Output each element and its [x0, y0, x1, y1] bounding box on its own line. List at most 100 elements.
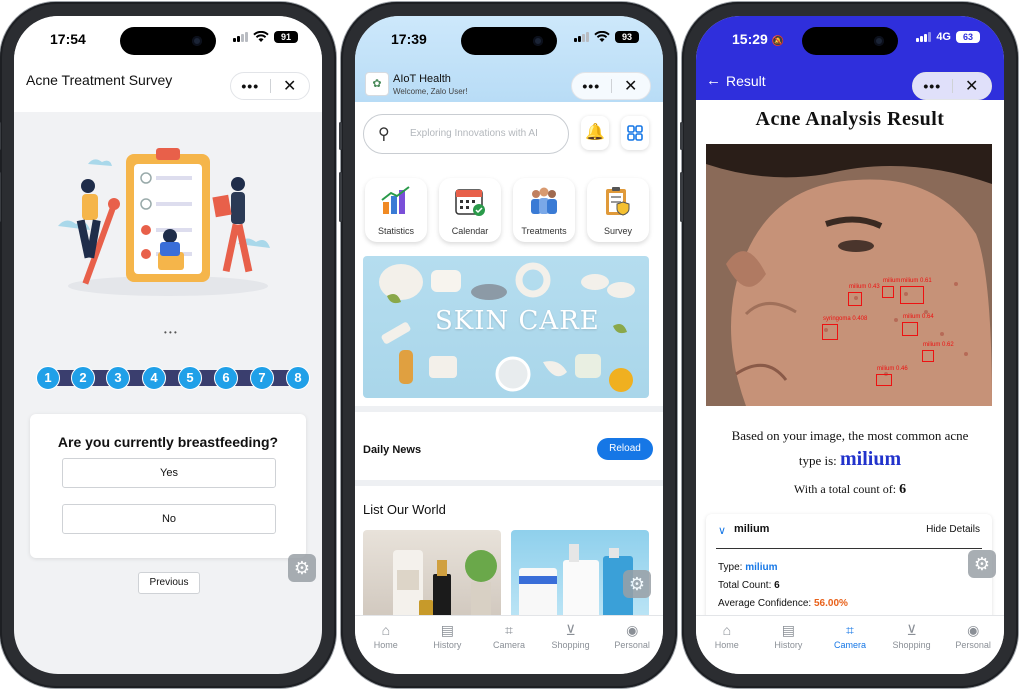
loading-indicator: • • •	[164, 328, 177, 337]
status-time: 17:39	[391, 31, 427, 47]
status-time: 17:54	[50, 31, 86, 47]
search-input[interactable]: ⚲ Exploring Innovations with AI	[363, 114, 569, 154]
question-card: Are you currently breastfeeding? Yes No	[30, 414, 306, 558]
more-button[interactable]: •••	[231, 78, 270, 94]
app-logo-icon: ✿	[365, 72, 389, 96]
grid-icon	[627, 125, 643, 141]
wifi-icon	[594, 31, 610, 42]
answer-yes-button[interactable]: Yes	[62, 458, 276, 488]
step-progress: 1 2 3 4 5 6 7 8	[36, 366, 310, 390]
hide-details-button[interactable]: Hide Details	[926, 524, 980, 535]
chevron-down-icon[interactable]: ∨	[718, 524, 726, 537]
close-button[interactable]: ✕	[953, 76, 992, 96]
cart-icon: ⊻	[906, 622, 917, 638]
mute-bell-icon: 🔕	[771, 36, 785, 47]
doctors-icon	[531, 187, 557, 214]
world-item-1[interactable]	[363, 530, 501, 626]
settings-gear-icon[interactable]: ⚙	[623, 570, 651, 598]
tab-camera[interactable]: ⌗ Camera	[819, 616, 881, 674]
more-button[interactable]: •••	[572, 78, 611, 94]
detail-count-row: Total Count: 6	[718, 580, 780, 591]
tab-history[interactable]: ▤ History	[417, 616, 479, 674]
user-icon: ◉	[626, 622, 639, 638]
category-label: Calendar	[451, 226, 489, 236]
welcome-text: Welcome, Zalo User!	[393, 87, 468, 96]
app-name: AIoT Health	[393, 73, 451, 85]
tab-home[interactable]: ⌂ Home	[696, 616, 758, 674]
mini-app-capsule: ••• ✕	[230, 72, 310, 100]
signal-icon	[233, 32, 248, 42]
tab-shopping[interactable]: ⊻ Shopping	[540, 616, 602, 674]
tab-camera[interactable]: ⌗ Camera	[478, 616, 540, 674]
tab-home[interactable]: ⌂ Home	[355, 616, 417, 674]
category-treatments[interactable]: Treatments	[513, 178, 575, 242]
detection-box: milium	[882, 278, 900, 298]
settings-gear-icon[interactable]: ⚙	[288, 554, 316, 582]
cart-icon: ⊻	[565, 622, 576, 638]
category-statistics[interactable]: Statistics	[365, 178, 427, 242]
detail-type-name: milium	[734, 523, 770, 535]
phone-result: 15:29 🔕 4G 63 ← Result ••• ✕ Acne Analys…	[680, 2, 1018, 688]
home-icon: ⌂	[381, 622, 391, 638]
notification-bell-button[interactable]: 🔔	[581, 116, 609, 150]
result-sentence: Based on your image, the most common acn…	[731, 428, 969, 443]
user-icon: ◉	[967, 622, 980, 638]
battery-icon: 91	[274, 31, 298, 43]
bell-icon: 🔔	[585, 124, 605, 141]
more-button[interactable]: •••	[913, 78, 952, 94]
survey-screen: 17:54 91 Acne Treatment Survey ••• ✕ • •…	[14, 16, 322, 674]
network-type: 4G	[936, 31, 951, 43]
skin-care-banner[interactable]: SKIN CARE	[363, 256, 649, 398]
step-1[interactable]: 1	[36, 366, 60, 390]
face-photo	[706, 144, 992, 406]
category-label: Statistics	[377, 226, 414, 236]
tab-history[interactable]: ▤ History	[758, 616, 820, 674]
step-6[interactable]: 6	[214, 366, 238, 390]
list-world-heading: List Our World	[363, 502, 446, 517]
step-4[interactable]: 4	[142, 366, 166, 390]
history-icon: ▤	[440, 622, 454, 638]
category-survey[interactable]: Survey	[587, 178, 649, 242]
survey-clipboard-icon	[606, 187, 630, 216]
settings-gear-icon[interactable]: ⚙	[968, 550, 996, 578]
step-2[interactable]: 2	[71, 366, 95, 390]
face-scan-icon: ⌗	[505, 622, 513, 638]
tab-personal[interactable]: ◉ Personal	[942, 616, 1004, 674]
home-icon: ⌂	[722, 622, 732, 638]
previous-button[interactable]: Previous	[138, 572, 200, 594]
reload-button[interactable]: Reload	[597, 438, 653, 460]
detail-confidence-row: Average Confidence: 56.00%	[718, 598, 848, 609]
status-time: 15:29 🔕	[732, 31, 785, 47]
home-body: ⚲ Exploring Innovations with AI 🔔 Statis…	[355, 102, 663, 626]
answer-no-button[interactable]: No	[62, 504, 276, 534]
close-button[interactable]: ✕	[612, 76, 651, 96]
tab-shopping[interactable]: ⊻ Shopping	[881, 616, 943, 674]
close-button[interactable]: ✕	[271, 76, 310, 96]
search-icon: ⚲	[378, 126, 390, 143]
statistics-icon	[381, 186, 410, 214]
signal-icon	[574, 32, 589, 42]
home-screen: 17:39 93 ✿ AIoT Health Welcome, Zalo Use…	[355, 16, 663, 674]
apps-grid-button[interactable]	[621, 116, 649, 150]
face-scan-icon: ⌗	[846, 622, 854, 638]
bottom-tab-bar: ⌂ Home ▤ History ⌗ Camera ⊻ Shopping ◉ Person…	[696, 615, 1004, 674]
step-3[interactable]: 3	[106, 366, 130, 390]
result-screen: 15:29 🔕 4G 63 ← Result ••• ✕ Acne Analys…	[696, 16, 1004, 674]
result-count-line: With a total count of: 6	[793, 482, 907, 497]
result-count-value: 6	[899, 482, 907, 497]
page-title: Result	[726, 73, 766, 89]
wifi-icon	[253, 31, 269, 42]
tab-personal[interactable]: ◉ Personal	[601, 616, 663, 674]
step-5[interactable]: 5	[178, 366, 202, 390]
result-type-line: type is: milium	[798, 448, 902, 470]
signal-icon	[916, 32, 932, 42]
banner-title: SKIN CARE	[435, 306, 600, 336]
step-8[interactable]: 8	[286, 366, 310, 390]
detection-box: syringoma 0.408	[822, 316, 867, 340]
category-calendar[interactable]: Calendar	[439, 178, 501, 242]
category-label: Treatments	[521, 226, 567, 236]
step-7[interactable]: 7	[250, 366, 274, 390]
detection-box: milium 0.61	[900, 278, 932, 304]
analysis-heading: Acne Analysis Result	[755, 108, 945, 130]
back-arrow-icon[interactable]: ←	[706, 72, 721, 89]
